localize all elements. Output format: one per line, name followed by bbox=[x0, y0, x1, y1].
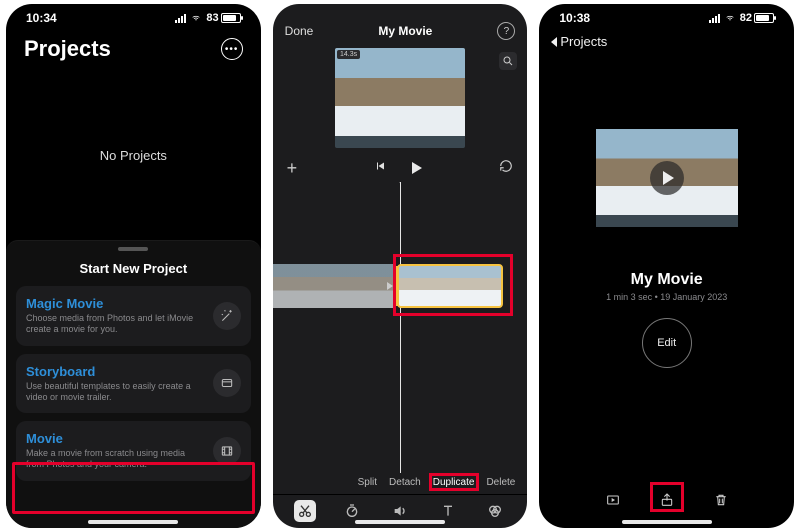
more-options-icon[interactable]: ••• bbox=[221, 38, 243, 60]
status-time: 10:38 bbox=[559, 11, 590, 25]
video-preview-area: 14.3s bbox=[273, 44, 528, 154]
status-time: 10:34 bbox=[26, 11, 57, 25]
trash-icon[interactable] bbox=[709, 488, 733, 512]
option-subtitle: Make a movie from scratch using media fr… bbox=[26, 448, 205, 471]
storyboard-icon bbox=[213, 369, 241, 397]
zoom-icon[interactable] bbox=[499, 52, 517, 70]
editor-header: Done My Movie ? bbox=[273, 18, 528, 44]
battery-percentage: 82 bbox=[740, 12, 752, 24]
tool-audio-icon[interactable] bbox=[389, 500, 411, 522]
magic-wand-icon bbox=[213, 302, 241, 330]
video-preview[interactable]: 14.3s bbox=[335, 48, 465, 148]
projects-empty-label: No Projects bbox=[6, 70, 261, 240]
battery-indicator: 82 bbox=[740, 12, 774, 24]
clip-thumbnail[interactable] bbox=[273, 264, 393, 308]
edit-button[interactable]: Edit bbox=[642, 318, 692, 368]
option-title: Storyboard bbox=[26, 364, 205, 379]
option-title: Movie bbox=[26, 431, 205, 446]
wifi-icon bbox=[190, 14, 202, 23]
transport-bar: + bbox=[273, 154, 528, 182]
tool-filters-icon[interactable] bbox=[484, 500, 506, 522]
home-indicator[interactable] bbox=[88, 520, 178, 524]
playhead[interactable] bbox=[400, 182, 401, 473]
share-icon[interactable] bbox=[655, 488, 679, 512]
battery-percentage: 83 bbox=[206, 12, 218, 24]
tool-text-icon[interactable] bbox=[437, 500, 459, 522]
wifi-icon bbox=[724, 14, 736, 23]
new-project-sheet: Start New Project Magic Movie Choose med… bbox=[6, 240, 261, 528]
timeline[interactable] bbox=[273, 182, 528, 473]
option-subtitle: Use beautiful templates to easily create… bbox=[26, 381, 205, 404]
clip-actions-row: Split Detach Duplicate Delete bbox=[273, 473, 528, 494]
screen-project-detail: 10:38 82 Projects My Movie 1 min 3 sec •… bbox=[539, 4, 794, 528]
movie-meta: 1 min 3 sec • 19 January 2023 bbox=[606, 292, 727, 302]
project-title: My Movie bbox=[378, 24, 432, 38]
option-movie[interactable]: Movie Make a movie from scratch using me… bbox=[16, 421, 251, 481]
undo-button[interactable] bbox=[499, 159, 513, 178]
film-icon bbox=[213, 437, 241, 465]
detail-header: Projects bbox=[539, 32, 794, 55]
signal-icon bbox=[709, 14, 720, 23]
status-icons: 83 bbox=[175, 12, 240, 24]
selected-clip[interactable] bbox=[397, 264, 503, 308]
back-button[interactable]: Projects bbox=[551, 34, 607, 49]
chevron-left-icon bbox=[551, 37, 557, 47]
done-button[interactable]: Done bbox=[285, 24, 314, 38]
play-overlay-icon[interactable] bbox=[650, 161, 684, 195]
option-magic-movie[interactable]: Magic Movie Choose media from Photos and… bbox=[16, 286, 251, 346]
back-label: Projects bbox=[560, 34, 607, 49]
action-delete[interactable]: Delete bbox=[486, 477, 515, 488]
edit-label: Edit bbox=[657, 337, 676, 349]
clip-duration-badge: 14.3s bbox=[337, 50, 360, 59]
page-title: Projects bbox=[24, 36, 111, 62]
movie-preview[interactable] bbox=[596, 129, 738, 227]
sheet-grabber[interactable] bbox=[118, 247, 148, 251]
status-bar: 10:38 82 bbox=[539, 4, 794, 32]
status-icons: 82 bbox=[709, 12, 774, 24]
skip-start-icon[interactable] bbox=[374, 159, 386, 177]
signal-icon bbox=[175, 14, 186, 23]
tool-cut-icon[interactable] bbox=[294, 500, 316, 522]
projects-header: Projects ••• bbox=[6, 32, 261, 70]
action-split[interactable]: Split bbox=[358, 477, 377, 488]
play-inline-icon[interactable] bbox=[601, 488, 625, 512]
screen-editor: Done My Movie ? 14.3s + bbox=[273, 4, 528, 528]
option-storyboard[interactable]: Storyboard Use beautiful templates to ea… bbox=[16, 354, 251, 414]
home-indicator[interactable] bbox=[355, 520, 445, 524]
tool-speed-icon[interactable] bbox=[341, 500, 363, 522]
add-media-button[interactable]: + bbox=[287, 158, 298, 179]
option-subtitle: Choose media from Photos and let iMovie … bbox=[26, 313, 205, 336]
sheet-title: Start New Project bbox=[6, 261, 261, 276]
movie-title: My Movie bbox=[631, 271, 703, 289]
action-detach[interactable]: Detach bbox=[389, 477, 421, 488]
home-indicator[interactable] bbox=[622, 520, 712, 524]
detail-body: My Movie 1 min 3 sec • 19 January 2023 E… bbox=[539, 55, 794, 482]
help-icon[interactable]: ? bbox=[497, 22, 515, 40]
option-title: Magic Movie bbox=[26, 296, 205, 311]
battery-indicator: 83 bbox=[206, 12, 240, 24]
screen-projects: 10:34 83 Projects ••• No Projects Start … bbox=[6, 4, 261, 528]
status-bar: 10:34 83 bbox=[6, 4, 261, 32]
video-track[interactable] bbox=[273, 262, 528, 310]
trim-handle-icon[interactable] bbox=[387, 282, 393, 290]
play-button[interactable] bbox=[412, 162, 422, 174]
action-duplicate[interactable]: Duplicate bbox=[433, 477, 475, 488]
